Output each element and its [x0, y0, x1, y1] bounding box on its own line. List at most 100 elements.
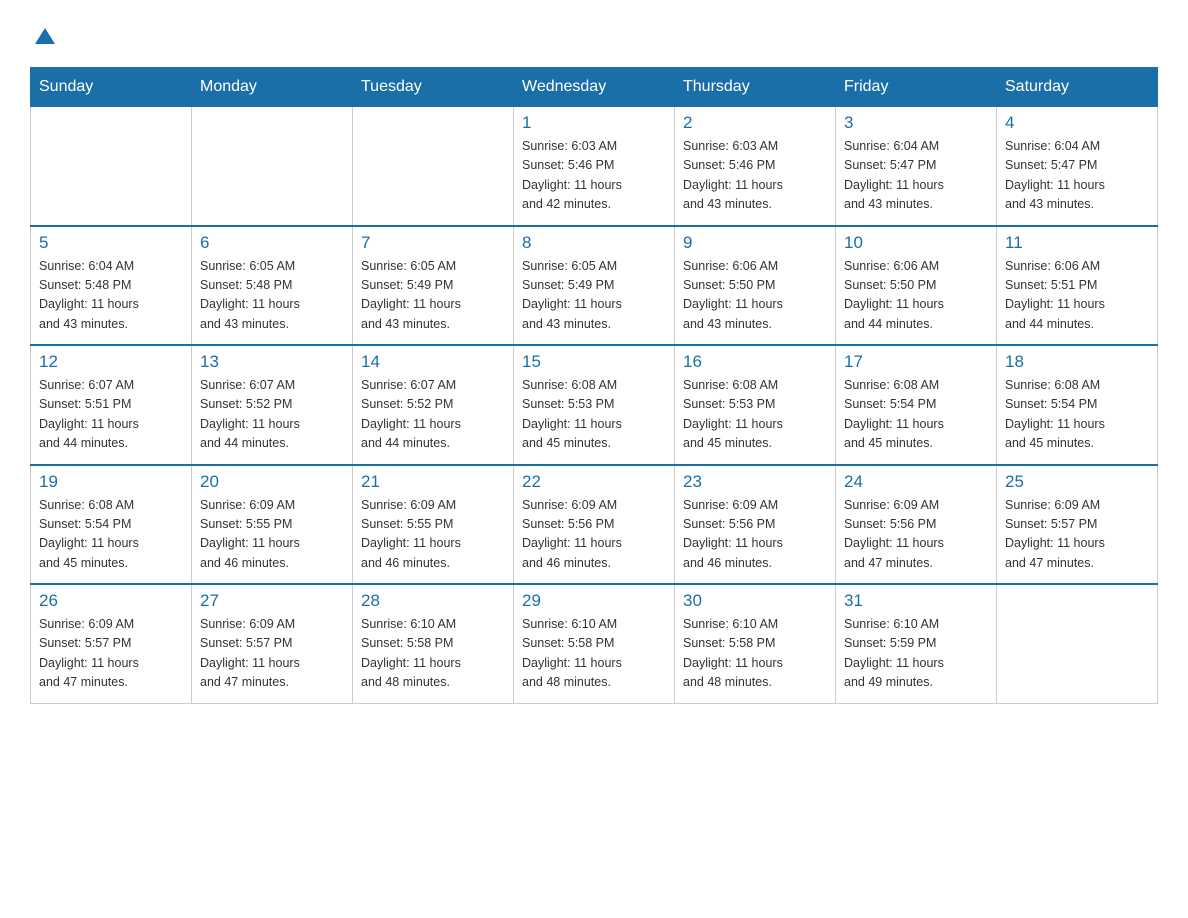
day-number: 27 [200, 591, 344, 611]
logo [30, 20, 55, 49]
day-number: 4 [1005, 113, 1149, 133]
calendar-cell: 16 Sunrise: 6:08 AMSunset: 5:53 PMDayligh… [675, 345, 836, 465]
calendar-header-wednesday: Wednesday [514, 68, 675, 107]
day-info: Sunrise: 6:09 AMSunset: 5:56 PMDaylight:… [844, 496, 988, 574]
calendar-header-friday: Friday [836, 68, 997, 107]
day-number: 2 [683, 113, 827, 133]
calendar-week-2: 5 Sunrise: 6:04 AMSunset: 5:48 PMDaylight… [31, 226, 1158, 346]
day-number: 22 [522, 472, 666, 492]
calendar-cell: 7Sunrise: 6:05 AMSunset: 5:49 PMDaylight… [353, 226, 514, 346]
day-info: Sunrise: 6:08 AMSunset: 5:54 PMDaylight:… [1005, 376, 1149, 454]
calendar-cell: 13 Sunrise: 6:07 AMSunset: 5:52 PMDayligh… [192, 345, 353, 465]
calendar-week-4: 19 Sunrise: 6:08 AMSunset: 5:54 PMDayligh… [31, 465, 1158, 585]
calendar-cell: 12Sunrise: 6:07 AMSunset: 5:51 PMDayligh… [31, 345, 192, 465]
calendar-cell: 15Sunrise: 6:08 AMSunset: 5:53 PMDayligh… [514, 345, 675, 465]
day-number: 25 [1005, 472, 1149, 492]
day-number: 17 [844, 352, 988, 372]
day-number: 31 [844, 591, 988, 611]
calendar-cell: 28Sunrise: 6:10 AMSunset: 5:58 PMDayligh… [353, 584, 514, 703]
calendar-header-thursday: Thursday [675, 68, 836, 107]
day-number: 30 [683, 591, 827, 611]
calendar-cell [192, 107, 353, 226]
day-info: Sunrise: 6:09 AMSunset: 5:55 PMDaylight:… [361, 496, 505, 574]
calendar-cell: 11 Sunrise: 6:06 AMSunset: 5:51 PMDayligh… [997, 226, 1158, 346]
calendar-header-monday: Monday [192, 68, 353, 107]
day-number: 13 [200, 352, 344, 372]
calendar-week-1: 1 Sunrise: 6:03 AMSunset: 5:46 PMDaylight… [31, 107, 1158, 226]
day-number: 16 [683, 352, 827, 372]
calendar-cell: 24 Sunrise: 6:09 AMSunset: 5:56 PMDayligh… [836, 465, 997, 585]
calendar-cell: 14 Sunrise: 6:07 AMSunset: 5:52 PMDayligh… [353, 345, 514, 465]
day-number: 10 [844, 233, 988, 253]
day-info: Sunrise: 6:05 AMSunset: 5:48 PMDaylight:… [200, 257, 344, 335]
calendar-cell [353, 107, 514, 226]
day-info: Sunrise: 6:10 AMSunset: 5:58 PMDaylight:… [683, 615, 827, 693]
day-info: Sunrise: 6:07 AMSunset: 5:52 PMDaylight:… [200, 376, 344, 454]
calendar-cell: 4 Sunrise: 6:04 AMSunset: 5:47 PMDaylight… [997, 107, 1158, 226]
calendar-cell: 17 Sunrise: 6:08 AMSunset: 5:54 PMDayligh… [836, 345, 997, 465]
calendar-cell: 3 Sunrise: 6:04 AMSunset: 5:47 PMDaylight… [836, 107, 997, 226]
calendar-cell: 21 Sunrise: 6:09 AMSunset: 5:55 PMDayligh… [353, 465, 514, 585]
calendar-cell: 19 Sunrise: 6:08 AMSunset: 5:54 PMDayligh… [31, 465, 192, 585]
calendar-cell: 5 Sunrise: 6:04 AMSunset: 5:48 PMDaylight… [31, 226, 192, 346]
day-number: 24 [844, 472, 988, 492]
day-number: 23 [683, 472, 827, 492]
day-number: 6 [200, 233, 344, 253]
calendar-cell: 2 Sunrise: 6:03 AMSunset: 5:46 PMDaylight… [675, 107, 836, 226]
header [30, 20, 1158, 49]
calendar-cell: 30 Sunrise: 6:10 AMSunset: 5:58 PMDayligh… [675, 584, 836, 703]
day-info: Sunrise: 6:03 AMSunset: 5:46 PMDaylight:… [522, 137, 666, 215]
calendar-cell [31, 107, 192, 226]
day-info: Sunrise: 6:08 AMSunset: 5:54 PMDaylight:… [39, 496, 183, 574]
day-info: Sunrise: 6:09 AMSunset: 5:57 PMDaylight:… [39, 615, 183, 693]
day-info: Sunrise: 6:09 AMSunset: 5:56 PMDaylight:… [683, 496, 827, 574]
day-info: Sunrise: 6:04 AMSunset: 5:48 PMDaylight:… [39, 257, 183, 335]
day-info: Sunrise: 6:07 AMSunset: 5:52 PMDaylight:… [361, 376, 505, 454]
day-info: Sunrise: 6:09 AMSunset: 5:55 PMDaylight:… [200, 496, 344, 574]
day-number: 26 [39, 591, 183, 611]
day-number: 14 [361, 352, 505, 372]
day-info: Sunrise: 6:04 AMSunset: 5:47 PMDaylight:… [844, 137, 988, 215]
day-info: Sunrise: 6:05 AMSunset: 5:49 PMDaylight:… [522, 257, 666, 335]
day-info: Sunrise: 6:10 AMSunset: 5:59 PMDaylight:… [844, 615, 988, 693]
calendar-header-sunday: Sunday [31, 68, 192, 107]
day-info: Sunrise: 6:03 AMSunset: 5:46 PMDaylight:… [683, 137, 827, 215]
day-info: Sunrise: 6:08 AMSunset: 5:54 PMDaylight:… [844, 376, 988, 454]
calendar-week-5: 26 Sunrise: 6:09 AMSunset: 5:57 PMDayligh… [31, 584, 1158, 703]
calendar-cell: 18Sunrise: 6:08 AMSunset: 5:54 PMDayligh… [997, 345, 1158, 465]
day-info: Sunrise: 6:05 AMSunset: 5:49 PMDaylight:… [361, 257, 505, 335]
day-number: 3 [844, 113, 988, 133]
day-number: 19 [39, 472, 183, 492]
calendar-table: SundayMondayTuesdayWednesdayThursdayFrid… [30, 67, 1158, 704]
calendar-cell: 25 Sunrise: 6:09 AMSunset: 5:57 PMDayligh… [997, 465, 1158, 585]
calendar-cell: 1 Sunrise: 6:03 AMSunset: 5:46 PMDaylight… [514, 107, 675, 226]
calendar-header-saturday: Saturday [997, 68, 1158, 107]
day-info: Sunrise: 6:07 AMSunset: 5:51 PMDaylight:… [39, 376, 183, 454]
day-number: 8 [522, 233, 666, 253]
day-number: 28 [361, 591, 505, 611]
logo-triangle-icon [35, 28, 55, 44]
calendar-cell: 27 Sunrise: 6:09 AMSunset: 5:57 PMDayligh… [192, 584, 353, 703]
day-info: Sunrise: 6:08 AMSunset: 5:53 PMDaylight:… [683, 376, 827, 454]
calendar-week-3: 12Sunrise: 6:07 AMSunset: 5:51 PMDayligh… [31, 345, 1158, 465]
day-number: 11 [1005, 233, 1149, 253]
day-number: 9 [683, 233, 827, 253]
day-number: 5 [39, 233, 183, 253]
day-info: Sunrise: 6:04 AMSunset: 5:47 PMDaylight:… [1005, 137, 1149, 215]
calendar-cell: 23 Sunrise: 6:09 AMSunset: 5:56 PMDayligh… [675, 465, 836, 585]
calendar-cell: 10 Sunrise: 6:06 AMSunset: 5:50 PMDayligh… [836, 226, 997, 346]
calendar-header-tuesday: Tuesday [353, 68, 514, 107]
day-number: 1 [522, 113, 666, 133]
calendar-header-row: SundayMondayTuesdayWednesdayThursdayFrid… [31, 68, 1158, 107]
calendar-cell: 9 Sunrise: 6:06 AMSunset: 5:50 PMDaylight… [675, 226, 836, 346]
day-info: Sunrise: 6:09 AMSunset: 5:57 PMDaylight:… [1005, 496, 1149, 574]
day-info: Sunrise: 6:09 AMSunset: 5:57 PMDaylight:… [200, 615, 344, 693]
day-info: Sunrise: 6:06 AMSunset: 5:51 PMDaylight:… [1005, 257, 1149, 335]
day-info: Sunrise: 6:06 AMSunset: 5:50 PMDaylight:… [683, 257, 827, 335]
day-info: Sunrise: 6:08 AMSunset: 5:53 PMDaylight:… [522, 376, 666, 454]
day-info: Sunrise: 6:06 AMSunset: 5:50 PMDaylight:… [844, 257, 988, 335]
day-info: Sunrise: 6:10 AMSunset: 5:58 PMDaylight:… [522, 615, 666, 693]
day-number: 21 [361, 472, 505, 492]
calendar-cell: 31 Sunrise: 6:10 AMSunset: 5:59 PMDayligh… [836, 584, 997, 703]
day-number: 29 [522, 591, 666, 611]
